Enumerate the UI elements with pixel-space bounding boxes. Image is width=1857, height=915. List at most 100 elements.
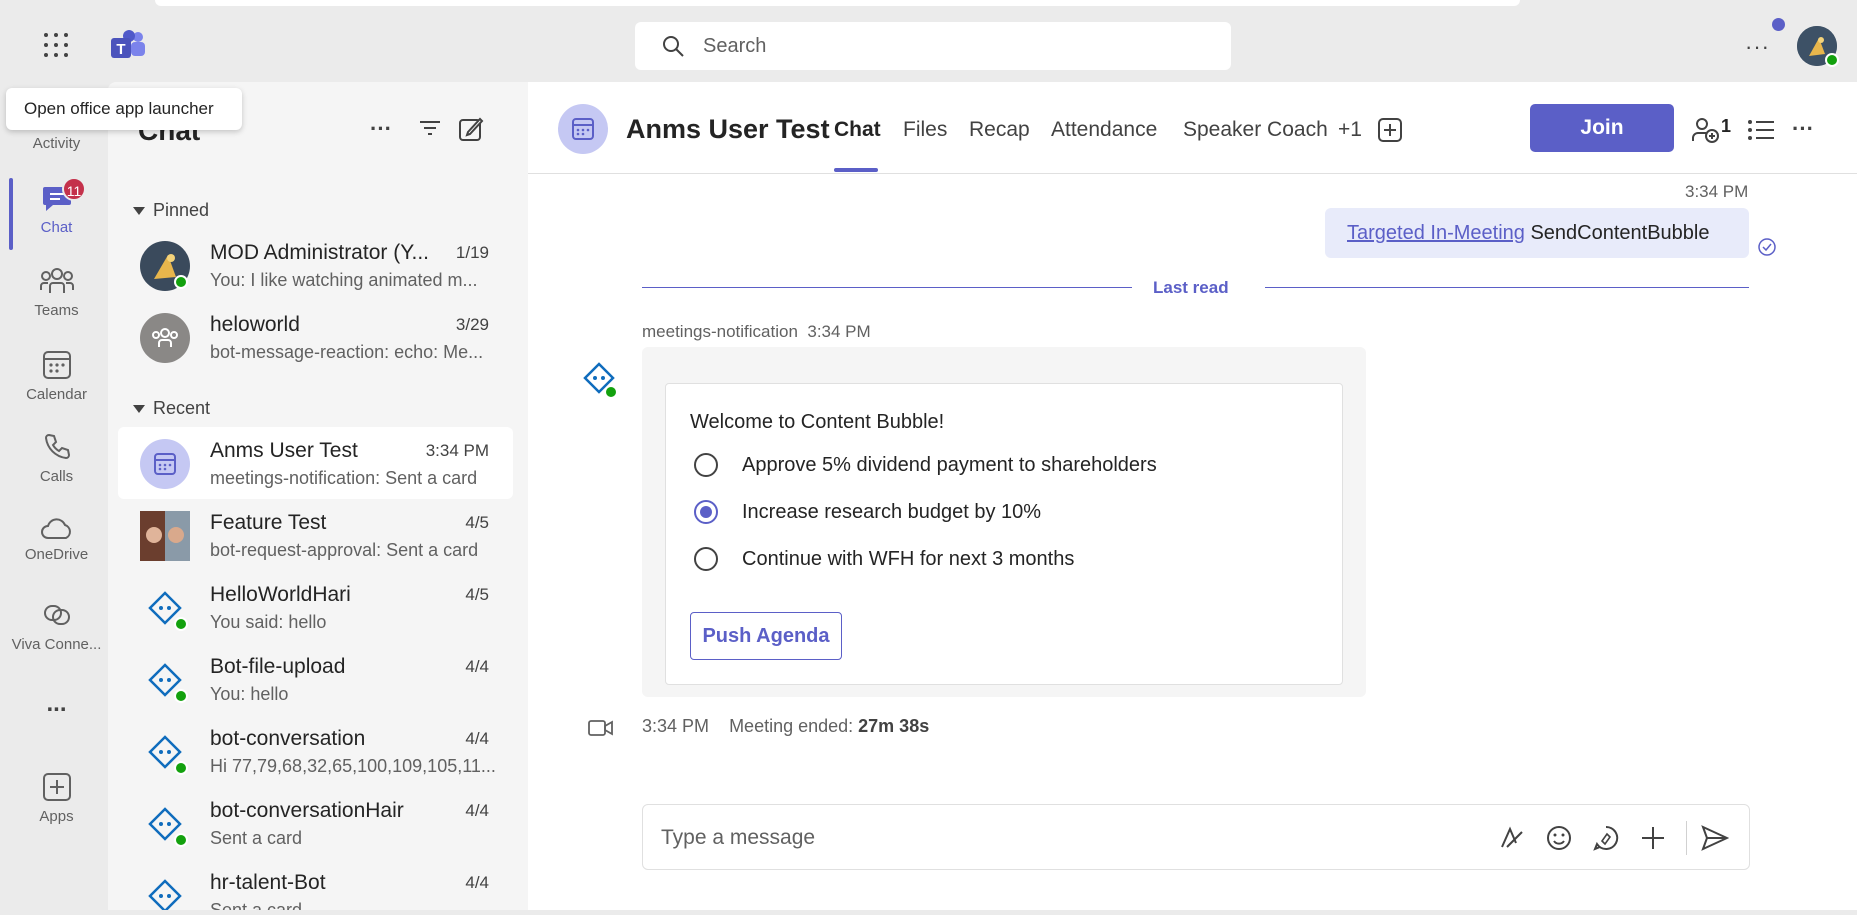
rail-label: Viva Conne... (11, 636, 102, 653)
rail-more-apps[interactable]: ... (5, 690, 108, 718)
list-icon[interactable] (1747, 118, 1775, 147)
rail-label: Calendar (26, 386, 87, 403)
chat-time: 4/5 (465, 513, 489, 532)
chat-item[interactable]: bot-conversation 4/4 Hi 77,79,68,32,65,1… (118, 715, 513, 787)
rail-label: Calls (39, 468, 74, 485)
radio-button[interactable] (694, 453, 718, 477)
option-label: Increase research budget by 10% (742, 500, 1042, 523)
chat-time: 4/4 (465, 873, 489, 892)
tab-recap[interactable]: Recap (969, 118, 1030, 142)
adaptive-card: Welcome to Content Bubble! Approve 5% di… (665, 383, 1343, 685)
pinned-section-header[interactable]: Pinned (133, 200, 209, 221)
search-box[interactable]: Search (635, 22, 1231, 70)
chat-item[interactable]: HelloWorldHari 4/5 You said: hello (118, 571, 513, 643)
my-message-bubble[interactable]: Targeted In-Meeting SendContentBubble (1325, 208, 1749, 258)
phone-icon (44, 433, 70, 460)
chat-time: 4/4 (465, 801, 489, 820)
chat-name: MOD Administrator (Y... (210, 241, 430, 264)
tab-attendance[interactable]: Attendance (1051, 118, 1157, 142)
avatar (140, 313, 190, 363)
bot-icon (140, 871, 190, 910)
chat-time: 4/5 (465, 585, 489, 604)
chat-item-selected[interactable]: Anms User Test 3:34 PM meetings-notifica… (118, 427, 513, 499)
rail-item-viva[interactable]: Viva Conne... (5, 600, 108, 653)
teams-logo-icon: T (111, 30, 145, 60)
conversation-title: Anms User Test (626, 114, 830, 144)
rail-item-onedrive[interactable]: OneDrive (5, 518, 108, 563)
app-launcher-icon[interactable] (43, 32, 73, 62)
search-placeholder: Search (703, 34, 767, 57)
tab-more[interactable]: +1 (1338, 118, 1362, 142)
chat-time: 3:34 PM (425, 441, 489, 460)
format-icon[interactable] (1499, 825, 1525, 856)
participants-icon[interactable] (1691, 117, 1719, 148)
push-agenda-button[interactable]: Push Agenda (690, 612, 842, 660)
chat-preview: bot-message-reaction: echo: Me... (210, 342, 484, 362)
search-icon (663, 36, 684, 57)
teams-icon (39, 268, 74, 293)
send-icon[interactable] (1701, 825, 1730, 856)
message-timestamp: 3:34 PM (1685, 182, 1749, 201)
tab-speaker-coach[interactable]: Speaker Coach (1183, 118, 1328, 142)
header-more-icon[interactable]: ··· (1792, 116, 1814, 142)
chat-item[interactable]: heloworld 3/29 bot-message-reaction: ech… (118, 301, 513, 373)
active-tab-indicator (834, 168, 878, 172)
radio-button-checked[interactable] (694, 500, 718, 524)
rail-item-apps[interactable]: Apps (5, 772, 108, 825)
chat-item[interactable]: MOD Administrator (Y... 1/19 You: I like… (118, 229, 513, 301)
rail-label: OneDrive (24, 546, 89, 563)
teams-window: T Search ··· Open office app launcher Ac… (5, 0, 1857, 910)
card-option[interactable]: Increase research budget by 10% (694, 500, 1041, 524)
filter-icon[interactable] (418, 116, 442, 145)
chat-name: bot-conversationHair (210, 799, 404, 822)
last-read-divider (1265, 287, 1749, 288)
chat-time: 4/4 (465, 729, 489, 748)
chat-item[interactable]: Feature Test 4/5 bot-request-approval: S… (118, 499, 513, 571)
tab-files[interactable]: Files (903, 118, 947, 142)
meeting-duration: 27m 38s (858, 716, 930, 736)
last-read-label: Last read (1153, 278, 1229, 297)
rail-item-calendar[interactable]: Calendar (5, 350, 108, 403)
message-composer[interactable]: Type a message (642, 804, 1750, 870)
meeting-chat-icon (558, 104, 608, 154)
presence-available-icon (174, 689, 188, 703)
add-tab-icon[interactable] (1378, 118, 1402, 147)
rail-item-chat[interactable]: 11 Chat (5, 177, 108, 236)
join-button[interactable]: Join (1530, 104, 1674, 152)
chat-name: Bot-file-upload (210, 655, 346, 678)
emoji-icon[interactable] (1546, 825, 1572, 856)
chat-name: HelloWorldHari (210, 583, 351, 606)
card-option[interactable]: Approve 5% dividend payment to sharehold… (694, 453, 1157, 477)
avatar (140, 439, 190, 489)
message-text: SendContentBubble (1524, 222, 1710, 244)
chat-item[interactable]: hr-talent-Bot 4/4 Sent a card (118, 859, 513, 910)
chat-name: Feature Test (210, 511, 327, 534)
sender-name: meetings-notification (642, 322, 798, 341)
tab-chat[interactable]: Chat (834, 118, 881, 142)
attach-plus-icon[interactable] (1640, 825, 1666, 856)
notification-dot (1772, 18, 1785, 31)
message-link[interactable]: Targeted In-Meeting (1347, 222, 1525, 244)
chat-more-options-icon[interactable]: ··· (370, 116, 392, 142)
chat-time: 3/29 (455, 315, 489, 334)
card-title: Welcome to Content Bubble! (690, 411, 945, 433)
chat-item[interactable]: bot-conversationHair 4/4 Sent a card (118, 787, 513, 859)
new-chat-icon[interactable] (458, 116, 484, 147)
radio-button[interactable] (694, 547, 718, 571)
chat-item[interactable]: Bot-file-upload 4/4 You: hello (118, 643, 513, 715)
conversation-pane: Anms User Test Chat Files Recap Attendan… (528, 82, 1857, 910)
card-option[interactable]: Continue with WFH for next 3 months (694, 547, 1074, 571)
rail-item-activity[interactable]: Activity (5, 135, 108, 152)
rail-label: Teams (34, 302, 79, 319)
loop-icon[interactable] (1593, 825, 1619, 856)
chat-time: 1/19 (455, 243, 489, 262)
adaptive-card-container: Welcome to Content Bubble! Approve 5% di… (642, 347, 1366, 697)
rail-item-teams[interactable]: Teams (5, 266, 108, 319)
recent-section-header[interactable]: Recent (133, 398, 210, 419)
more-options-icon[interactable]: ··· (1745, 34, 1770, 60)
meeting-ended-label: Meeting ended: (729, 716, 859, 736)
rail-item-calls[interactable]: Calls (5, 432, 108, 485)
add-apps-icon (42, 773, 71, 801)
option-label: Approve 5% dividend payment to sharehold… (742, 453, 1157, 476)
composer-placeholder: Type a message (661, 826, 816, 849)
